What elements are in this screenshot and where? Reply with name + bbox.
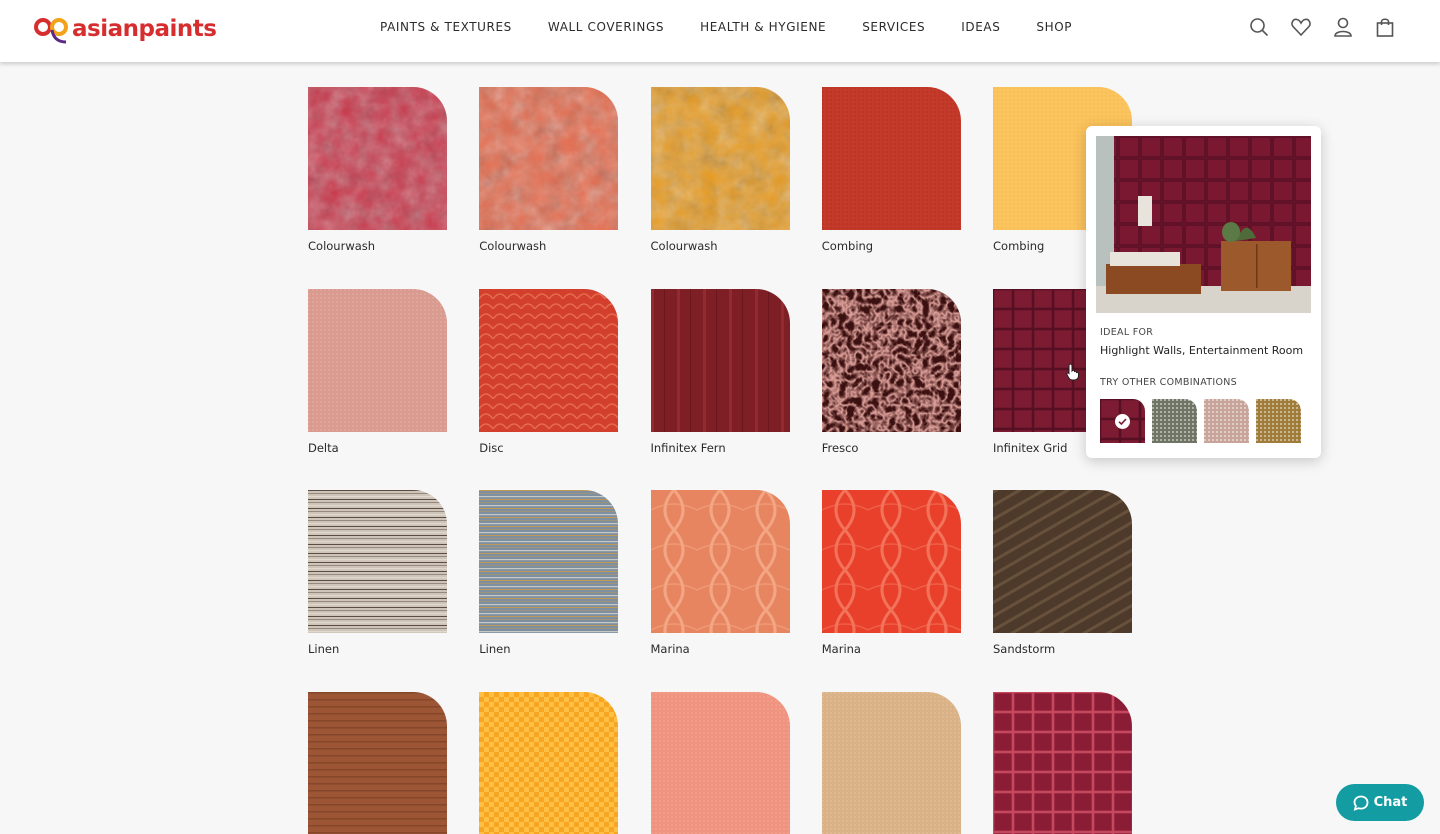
chat-label: Chat <box>1373 795 1408 810</box>
nav-health-hygiene[interactable]: HEALTH & HYGIENE <box>700 20 826 34</box>
texture-label: Marina <box>821 642 861 657</box>
texture-swatch[interactable] <box>650 692 790 834</box>
texture-swatch[interactable] <box>650 87 790 230</box>
texture-card[interactable]: Marina <box>650 490 791 657</box>
texture-card[interactable]: Disc <box>479 288 619 455</box>
texture-label: Infinitex Fern <box>650 440 726 455</box>
texture-label: Linen <box>479 642 511 657</box>
nav-paints-textures[interactable]: PAINTS & TEXTURES <box>380 20 512 34</box>
texture-card[interactable]: Colourwash <box>479 87 619 253</box>
texture-card[interactable]: Combing <box>821 87 962 253</box>
texture-card[interactable]: Linen <box>308 490 448 656</box>
texture-card[interactable] <box>308 692 448 834</box>
texture-swatch[interactable] <box>479 288 619 432</box>
wishlist-heart-icon[interactable] <box>1290 16 1312 38</box>
texture-card[interactable]: Fresco <box>821 288 962 455</box>
texture-swatch[interactable] <box>308 692 447 834</box>
chat-bubble-icon <box>1353 795 1368 811</box>
texture-swatch[interactable] <box>650 288 790 432</box>
texture-swatch[interactable] <box>993 490 1132 634</box>
texture-swatch[interactable] <box>308 490 447 634</box>
site-header: asianpaints PAINTS & TEXTURES WALL COVER… <box>0 0 1440 62</box>
texture-label: Fresco <box>821 440 859 455</box>
texture-card[interactable]: Sandstorm <box>993 490 1133 656</box>
texture-swatch[interactable] <box>821 490 961 634</box>
logo-text: asianpaints <box>72 16 217 42</box>
texture-label: Disc <box>479 440 504 455</box>
texture-label: Marina <box>650 642 690 657</box>
texture-label: Delta <box>308 440 339 455</box>
texture-swatch[interactable] <box>821 692 961 834</box>
hand-cursor-icon <box>1066 363 1080 386</box>
main-nav: PAINTS & TEXTURES WALL COVERINGS HEALTH … <box>380 0 1072 54</box>
chat-button[interactable]: Chat <box>1336 784 1424 821</box>
texture-label: Sandstorm <box>993 642 1056 657</box>
texture-card[interactable] <box>479 692 619 834</box>
nav-wall-coverings[interactable]: WALL COVERINGS <box>548 20 664 34</box>
texture-card[interactable] <box>993 692 1133 834</box>
combinations-label: TRY OTHER COMBINATIONS <box>1100 377 1237 388</box>
user-account-icon[interactable] <box>1332 16 1354 38</box>
room-preview-image <box>1096 136 1311 313</box>
ideal-for-value: Highlight Walls, Entertainment Room <box>1100 344 1304 357</box>
header-actions <box>1228 16 1396 38</box>
texture-swatch[interactable] <box>993 692 1132 834</box>
texture-label: Linen <box>308 642 340 657</box>
texture-preview-popover: IDEAL FOR Highlight Walls, Entertainment… <box>1086 126 1321 458</box>
texture-card[interactable]: Delta <box>308 288 448 455</box>
texture-label: Colourwash <box>650 239 718 253</box>
selected-check-icon <box>1115 414 1130 429</box>
texture-card[interactable]: Colourwash <box>650 87 791 253</box>
texture-swatch[interactable] <box>479 87 619 230</box>
ideal-for-label: IDEAL FOR <box>1100 327 1154 338</box>
texture-swatch[interactable] <box>479 490 619 634</box>
texture-card[interactable] <box>650 692 791 834</box>
texture-card[interactable]: Colourwash <box>308 87 448 253</box>
texture-label: Colourwash <box>479 239 547 253</box>
texture-swatch[interactable] <box>821 288 961 432</box>
combination-swatch[interactable] <box>1204 399 1249 443</box>
shopping-bag-icon[interactable] <box>1374 16 1396 38</box>
texture-swatch[interactable] <box>479 692 619 834</box>
combination-swatch[interactable] <box>1152 399 1197 443</box>
nav-services[interactable]: SERVICES <box>862 20 925 34</box>
combination-swatches <box>1100 399 1308 443</box>
logo-mark-icon <box>34 18 68 44</box>
asianpaints-logo[interactable]: asianpaints <box>32 12 217 46</box>
texture-card[interactable]: Linen <box>479 490 619 656</box>
search-icon[interactable] <box>1248 16 1270 38</box>
texture-swatch[interactable] <box>650 490 790 634</box>
texture-label: Combing <box>821 239 874 253</box>
texture-card[interactable]: Marina <box>821 490 962 657</box>
combination-swatch[interactable] <box>1256 399 1301 443</box>
texture-card[interactable] <box>821 692 962 834</box>
combination-swatch[interactable] <box>1100 399 1145 443</box>
texture-card[interactable]: Infinitex Fern <box>650 288 791 455</box>
texture-label: Colourwash <box>308 239 376 253</box>
texture-swatch[interactable] <box>308 288 447 432</box>
nav-shop[interactable]: SHOP <box>1036 20 1072 34</box>
nav-ideas[interactable]: IDEAS <box>961 20 1000 34</box>
texture-swatch[interactable] <box>821 87 961 230</box>
texture-swatch[interactable] <box>308 87 447 230</box>
